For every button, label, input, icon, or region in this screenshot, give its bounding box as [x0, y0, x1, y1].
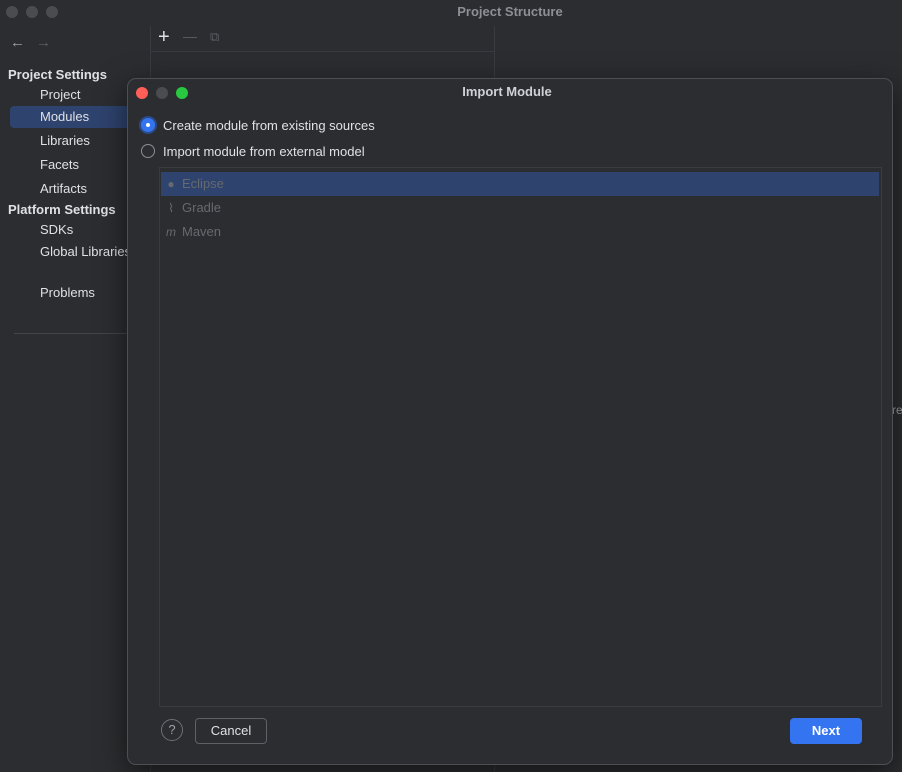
list-item-eclipse[interactable]: ● Eclipse	[161, 172, 879, 196]
project-settings-title: Project Settings	[8, 67, 107, 82]
create-from-sources-radio[interactable]	[141, 118, 155, 132]
external-model-list: ● Eclipse ⌇ Gradle m Maven	[159, 167, 882, 707]
help-button[interactable]: ?	[161, 719, 183, 741]
forward-arrow-icon[interactable]: →	[36, 34, 51, 51]
list-item-gradle[interactable]: ⌇ Gradle	[161, 196, 879, 220]
platform-settings-title: Platform Settings	[8, 202, 116, 217]
remove-icon[interactable]: —	[183, 28, 197, 44]
add-icon[interactable]: +	[158, 26, 170, 49]
cancel-button[interactable]: Cancel	[195, 718, 267, 744]
list-item-label: Gradle	[182, 200, 222, 215]
gradle-icon: ⌇	[168, 201, 174, 215]
import-module-dialog: Import Module Create module from existin…	[127, 78, 893, 765]
next-button[interactable]: Next	[790, 718, 862, 744]
eclipse-icon: ●	[167, 177, 175, 191]
back-arrow-icon[interactable]: ←	[10, 34, 25, 51]
create-from-sources-option[interactable]: Create module from existing sources	[141, 115, 375, 135]
dialog-title: Import Module	[462, 84, 552, 99]
modules-toolbar: + — ⧉	[151, 26, 494, 52]
list-item-maven[interactable]: m Maven	[161, 220, 879, 244]
background-text-fragment: re	[892, 403, 902, 417]
copy-icon[interactable]: ⧉	[210, 29, 219, 45]
import-external-model-label: Import module from external model	[163, 143, 365, 159]
import-external-model-option[interactable]: Import module from external model	[141, 141, 365, 161]
window-title: Project Structure	[457, 4, 563, 19]
maven-icon: m	[166, 225, 176, 239]
list-item-label: Eclipse	[182, 176, 224, 191]
create-from-sources-label: Create module from existing sources	[163, 117, 375, 133]
import-external-model-radio[interactable]	[141, 144, 155, 158]
list-item-label: Maven	[182, 224, 222, 239]
